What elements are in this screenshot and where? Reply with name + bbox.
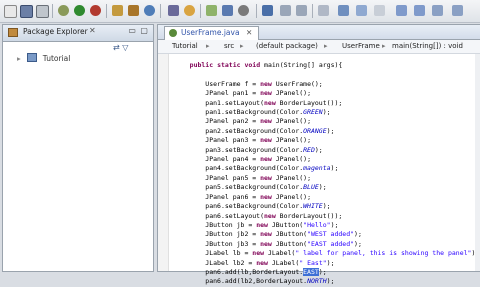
code-line: pan6.setBackground(Color.WHITE); [174,202,331,211]
breadcrumb-package[interactable]: (default package) [256,42,318,50]
new-package-icon[interactable] [128,5,139,16]
save-icon[interactable] [20,5,33,18]
overview-ruler[interactable] [475,54,480,271]
annotation-icon[interactable] [222,5,233,16]
main-toolbar [0,0,480,23]
code-line: pan6.add(lb,BorderLayout.EAST); [174,267,327,276]
breadcrumb-method[interactable]: main(String[]) : void [392,42,463,50]
tree-item-label: Tutorial [42,54,71,63]
breadcrumb-separator: ▸ [382,42,386,50]
code-line: public static void main(String[] args){ [189,61,343,69]
pin-icon[interactable] [262,5,273,16]
breadcrumb-separator: ▸ [206,42,210,50]
breadcrumb-src[interactable]: src [224,42,234,50]
close-icon[interactable]: ✕ [246,28,252,37]
toolbar-separator [160,4,161,18]
refresh-icon[interactable] [432,5,443,16]
history-icon[interactable] [374,5,385,16]
code-line: JLabel lb = new JLabel(" label for panel… [174,249,479,258]
open-type-icon[interactable] [168,5,179,16]
search-icon[interactable] [184,5,195,16]
toolbar-separator [52,4,53,18]
code-line: pan3.setBackground(Color.RED); [174,145,323,154]
debug-icon[interactable] [58,5,69,16]
editor-tab-bar: UserFrame.java ✕ [158,25,480,40]
code-line: pan6.add(lb2,BorderLayout.NORTH); [174,277,335,286]
breadcrumb-class[interactable]: UserFrame [342,42,380,50]
code-line: JButton jb3 = new JButton("EAST added"); [174,239,362,248]
breadcrumb: Tutorial ▸ src ▸ (default package) ▸ Use… [158,40,480,54]
breadcrumb-separator: ▸ [240,42,244,50]
editor-ruler [158,54,169,271]
package-explorer-toolbar[interactable]: ⇄ ▽ [113,43,128,52]
code-line: JButton jb2 = new JButton("WEST added"); [174,230,362,239]
package-explorer-title: Package Explorer [23,27,88,36]
code-line: JPanel pan1 = new JPanel(); [174,89,311,98]
code-line: pan4.setBackground(Color.magenta); [174,164,339,173]
prev-annotation-icon[interactable] [296,5,307,16]
java-project-icon [27,53,38,62]
java-file-icon [169,29,177,37]
code-line: pan5.setBackground(Color.BLUE); [174,183,327,192]
code-line: JLabel lb2 = new JLabel(" East"); [174,258,335,267]
back-icon[interactable] [338,5,349,16]
gear-icon[interactable] [238,5,249,16]
new-java-project-icon[interactable] [112,5,123,16]
code-editor: UserFrame.java ✕ Tutorial ▸ src ▸ (defau… [157,24,480,285]
last-edit-icon[interactable] [318,5,329,16]
toolbar-separator [106,4,107,18]
tree-item-tutorial[interactable]: ▸ Tutorial [17,53,70,63]
editor-tab-userframe[interactable]: UserFrame.java ✕ [164,26,260,40]
toggle-mark-icon[interactable] [206,5,217,16]
breadcrumb-separator: ▸ [324,42,328,50]
code-line: JPanel pan2 = new JPanel(); [174,117,311,126]
forward-icon[interactable] [356,5,367,16]
package-explorer-tab[interactable]: Package Explorer ✕ ▭ ▢ [3,25,153,42]
print-icon[interactable] [36,5,49,18]
code-line: pan2.setBackground(Color.ORANGE); [174,126,335,135]
toolbar-separator [200,4,201,18]
code-line: pan6.setLayout(new BorderLayout()); [174,211,343,220]
editor-tab-label: UserFrame.java [181,28,240,37]
code-line: JPanel pan4 = new JPanel(); [174,155,311,164]
toolbar-separator [256,4,257,18]
run-icon[interactable] [74,5,85,16]
new-class-icon[interactable] [144,5,155,16]
code-line: JPanel pan5 = new JPanel(); [174,173,311,182]
code-line: UserFrame f = new UserFrame(); [174,79,323,88]
up-arrow-icon[interactable] [414,5,425,16]
code-line: pan1.setLayout(new BorderLayout()); [174,98,343,107]
dropdown-icon[interactable] [452,5,463,16]
code-area[interactable]: public static void main(String[] args){ … [174,61,480,287]
window-controls[interactable]: ▭ ▢ [128,26,149,35]
package-explorer-icon [8,28,18,37]
code-line: pan1.setBackground(Color.GREEN); [174,108,331,117]
breadcrumb-project[interactable]: Tutorial [172,42,198,50]
toolbar-separator [312,4,313,18]
next-annotation-icon[interactable] [280,5,291,16]
down-arrow-icon[interactable] [396,5,407,16]
code-line: JButton jb = new JButton("Hello"); [174,220,339,229]
code-line: JPanel pan3 = new JPanel(); [174,136,311,145]
close-icon[interactable]: ✕ [89,26,96,35]
expand-icon[interactable]: ▸ [17,54,25,63]
package-explorer-panel: Package Explorer ✕ ▭ ▢ ⇄ ▽ ▸ Tutorial [2,24,154,272]
code-line: JPanel pan6 = new JPanel(); [174,192,311,201]
external-tools-icon[interactable] [90,5,101,16]
new-icon[interactable] [4,5,17,18]
